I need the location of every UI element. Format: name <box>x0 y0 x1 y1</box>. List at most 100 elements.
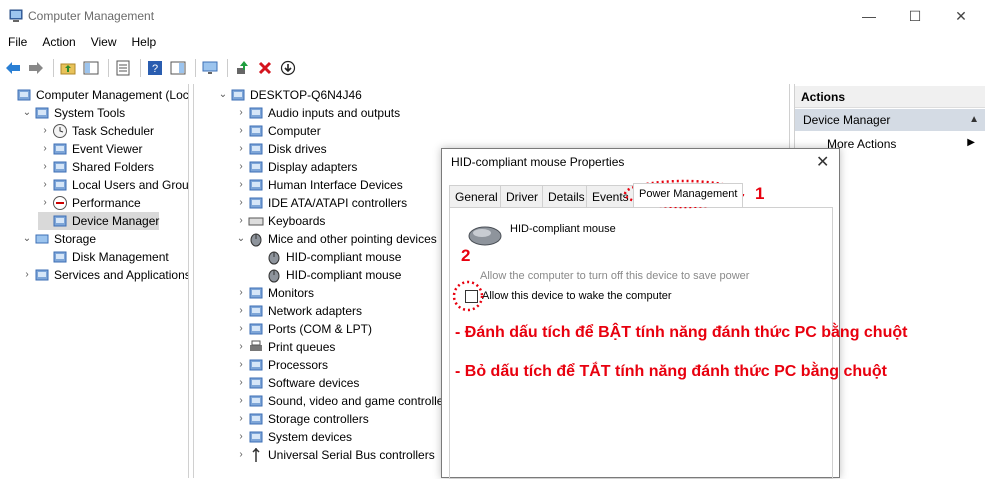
action-pane-button[interactable] <box>168 58 188 78</box>
device-manager-icon <box>53 215 67 227</box>
console-tree-item[interactable]: Device Manager <box>38 212 160 230</box>
expanded-chevron-icon[interactable]: ⌄ <box>216 86 230 104</box>
device-tree-item[interactable]: › Keyboards <box>234 212 325 230</box>
console-tree-item[interactable]: › Local Users and Groups <box>38 176 188 194</box>
console-tree-item[interactable]: › Task Scheduler <box>38 122 154 140</box>
collapsed-chevron-icon[interactable]: › <box>38 122 52 140</box>
menu-view[interactable]: View <box>83 32 124 54</box>
collapsed-chevron-icon[interactable]: › <box>234 194 248 212</box>
collapsed-chevron-icon[interactable]: › <box>234 446 248 464</box>
device-tree-item[interactable]: › Software devices <box>234 374 359 392</box>
device-tree-item[interactable]: HID-compliant mouse <box>252 266 401 284</box>
properties-button[interactable] <box>113 58 133 78</box>
tab-power-management[interactable]: Power Management <box>633 183 744 207</box>
actions-header: Actions <box>795 86 985 108</box>
console-tree-label: Services and Applications <box>54 268 189 282</box>
folder-up-icon <box>60 63 76 75</box>
device-tree-item[interactable]: › Ports (COM & LPT) <box>234 320 372 338</box>
minimize-button[interactable]: — <box>846 0 892 32</box>
expanded-chevron-icon[interactable]: ⌄ <box>234 230 248 248</box>
device-tree-item[interactable]: HID-compliant mouse <box>252 248 401 266</box>
collapsed-chevron-icon[interactable]: › <box>234 410 248 428</box>
dialog-close-button[interactable]: ✕ <box>816 152 829 172</box>
device-tree-item[interactable]: › Universal Serial Bus controllers <box>234 446 435 464</box>
menu-file[interactable]: File <box>0 32 34 54</box>
window-title: Computer Management <box>28 9 155 23</box>
device-tree-item[interactable]: › Computer <box>234 122 320 140</box>
system-tools-icon <box>35 107 49 119</box>
device-tree-item[interactable]: › Storage controllers <box>234 410 368 428</box>
device-tree-item[interactable]: › Network adapters <box>234 302 362 320</box>
console-tree-item[interactable]: › Shared Folders <box>38 158 154 176</box>
forward-button[interactable] <box>26 58 46 78</box>
help-button[interactable]: ? <box>145 58 165 78</box>
collapsed-chevron-icon[interactable]: › <box>234 302 248 320</box>
device-tree-item[interactable]: › Disk drives <box>234 140 326 158</box>
console-tree-label: Storage <box>54 232 97 246</box>
collapsed-chevron-icon[interactable]: › <box>234 392 248 410</box>
collapsed-chevron-icon[interactable]: › <box>234 158 248 176</box>
monitor-scan-icon <box>202 61 218 74</box>
collapsed-chevron-icon[interactable]: › <box>38 194 52 212</box>
tab-general[interactable]: General <box>449 185 504 207</box>
device-tree-item[interactable]: › Monitors <box>234 284 314 302</box>
toolbar-separator <box>227 59 228 77</box>
collapsed-chevron-icon[interactable]: › <box>234 212 248 230</box>
disable-device-button[interactable] <box>278 58 298 78</box>
collapsed-chevron-icon[interactable]: › <box>234 374 248 392</box>
console-tree-label: Device Manager <box>72 214 160 228</box>
actions-device-manager-section[interactable]: Device Manager ▲ <box>795 109 985 131</box>
usb-icon <box>252 447 260 462</box>
console-tree-item[interactable]: ⌄ System Tools <box>20 104 125 122</box>
collapsed-chevron-icon[interactable]: › <box>234 122 248 140</box>
tab-driver[interactable]: Driver <box>500 185 544 207</box>
device-tree-item[interactable]: › Audio inputs and outputs <box>234 104 400 122</box>
device-tree-item[interactable]: › Human Interface Devices <box>234 176 402 194</box>
uninstall-button[interactable] <box>255 58 275 78</box>
expanded-chevron-icon[interactable]: ⌄ <box>20 104 34 122</box>
collapsed-chevron-icon[interactable]: › <box>234 140 248 158</box>
scan-hardware-button[interactable] <box>200 58 220 78</box>
menu-help[interactable]: Help <box>124 32 164 54</box>
collapsed-chevron-icon[interactable]: › <box>38 140 52 158</box>
collapsed-chevron-icon[interactable]: › <box>234 320 248 338</box>
wake-computer-label[interactable]: Allow this device to wake the computer <box>482 290 672 302</box>
device-tree-item[interactable]: › Sound, video and game controllers <box>234 392 453 410</box>
collapsed-chevron-icon[interactable]: › <box>38 176 52 194</box>
console-tree-item[interactable]: Disk Management <box>38 248 169 266</box>
collapsed-chevron-icon[interactable]: › <box>234 284 248 302</box>
console-tree-item[interactable]: › Event Viewer <box>38 140 142 158</box>
collapsed-chevron-icon[interactable]: › <box>234 428 248 446</box>
console-tree-item[interactable]: ⌄ Storage <box>20 230 96 248</box>
console-tree-item[interactable]: › Services and Applications <box>20 266 189 284</box>
collapsed-chevron-icon[interactable]: › <box>234 356 248 374</box>
console-tree-item[interactable]: › Performance <box>38 194 141 212</box>
update-driver-button[interactable] <box>232 58 252 78</box>
maximize-button[interactable]: ☐ <box>892 0 938 32</box>
close-button[interactable]: ✕ <box>938 0 984 32</box>
menu-action[interactable]: Action <box>34 32 82 54</box>
expanded-chevron-icon[interactable]: ⌄ <box>20 230 34 248</box>
collapsed-chevron-icon[interactable]: › <box>20 266 34 284</box>
collapsed-chevron-icon[interactable]: › <box>38 158 52 176</box>
device-tree-item[interactable]: › Processors <box>234 356 328 374</box>
console-tree-item[interactable]: Computer Management (Local <box>2 86 188 104</box>
collapsed-chevron-icon[interactable]: › <box>234 176 248 194</box>
device-tree-item[interactable]: › IDE ATA/ATAPI controllers <box>234 194 407 212</box>
device-tree-item[interactable]: › System devices <box>234 428 352 446</box>
up-folder-button[interactable] <box>58 58 78 78</box>
device-tree-item[interactable]: ⌄ Mice and other pointing devices <box>234 230 437 248</box>
shared-folder-icon <box>53 161 67 173</box>
device-tree-item[interactable]: › Display adapters <box>234 158 357 176</box>
back-button[interactable] <box>3 58 23 78</box>
toolbar-separator <box>53 59 54 77</box>
device-tree-item[interactable]: › Print queues <box>234 338 335 356</box>
mouse-icon <box>268 269 280 283</box>
device-tree-item[interactable]: ⌄ DESKTOP-Q6N4J46 <box>216 86 362 104</box>
collapse-up-icon: ▲ <box>969 114 979 125</box>
tab-details[interactable]: Details <box>542 185 591 207</box>
collapsed-chevron-icon[interactable]: › <box>234 338 248 356</box>
toolbar-separator <box>195 59 196 77</box>
show-hide-tree-button[interactable] <box>81 58 101 78</box>
collapsed-chevron-icon[interactable]: › <box>234 104 248 122</box>
